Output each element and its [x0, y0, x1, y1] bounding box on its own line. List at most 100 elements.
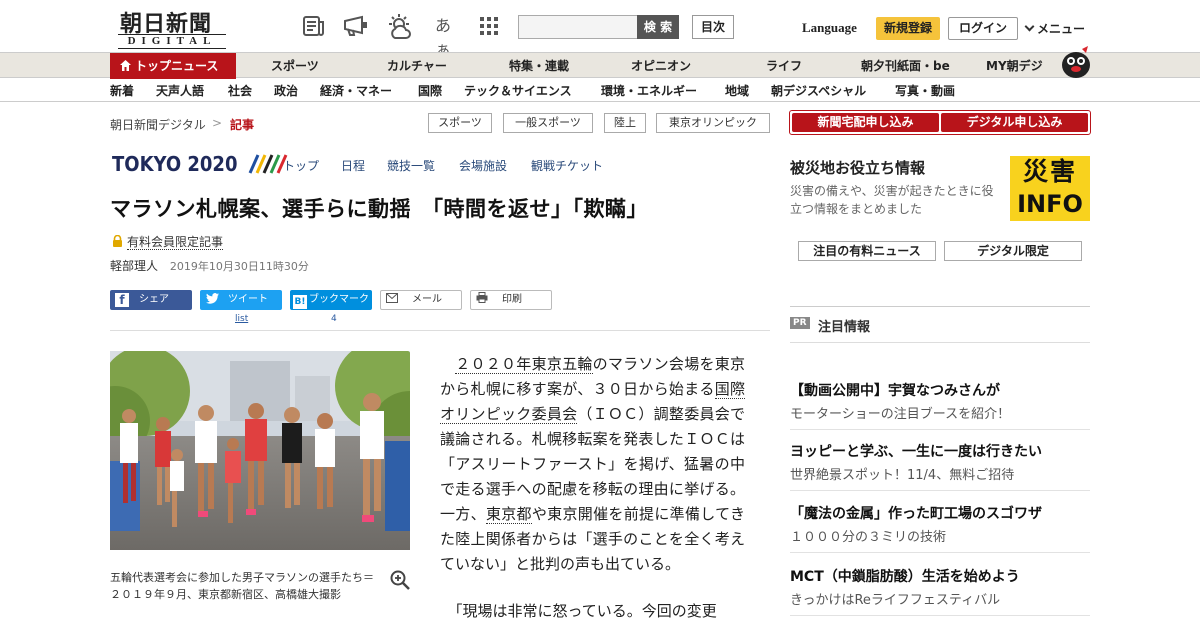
home-icon — [120, 54, 131, 71]
tokyo2020-logo[interactable]: TOKYO 2020 — [112, 152, 288, 176]
pr-item-subtitle[interactable]: モーターショーの注目ブースを紹介！ — [790, 403, 1010, 422]
megaphone-icon[interactable] — [342, 14, 368, 38]
secondary-nav: 新着 天声人語 社会 政治 経済・マネー 国際 テック＆サイエンス 環境・エネル… — [0, 78, 1200, 102]
tag-sports[interactable]: スポーツ — [428, 113, 492, 133]
nav2-region[interactable]: 地域 — [725, 82, 749, 99]
article-body: ２０２０年東京五輪のマラソン会場を東京から札幌に移す案が、３０日から始まる国際オ… — [440, 352, 745, 624]
tab-digital-only[interactable]: デジタル限定 — [944, 241, 1082, 261]
breadcrumb-separator: > — [212, 116, 223, 130]
pr-item-title[interactable]: 「魔法の金属」作った町工場のスゴワザ — [790, 503, 1042, 523]
divider — [790, 552, 1090, 553]
pr-item-subtitle[interactable]: 世界絶景スポット！11/4、無料ご招待 — [790, 464, 1014, 483]
weather-icon[interactable] — [385, 14, 415, 39]
breadcrumb-home[interactable]: 朝日新聞デジタル — [110, 116, 206, 133]
mascot-icon[interactable] — [1060, 44, 1092, 78]
tokyo-link-schedule[interactable]: 日程 — [341, 157, 365, 174]
newspaper-icon[interactable] — [301, 14, 327, 38]
article-photo[interactable] — [110, 351, 410, 550]
nav-item-features[interactable]: 特集・連載 — [509, 57, 569, 74]
hatena-label: ブックマーク — [309, 294, 369, 305]
nav-top-news-label: トップニュース — [135, 59, 219, 73]
tokyo-link-venues[interactable]: 会場施設 — [459, 157, 507, 174]
mail-label: メール — [412, 294, 442, 305]
article-headline: マラソン札幌案、選手らに動揺 「時間を返せ」「欺瞞」 — [110, 197, 648, 221]
font-size-icon[interactable]: あぁ — [430, 14, 456, 59]
tab-paid-news[interactable]: 注目の有料ニュース — [798, 241, 936, 261]
link-tokyo-metro[interactable]: 東京都 — [485, 505, 532, 524]
toc-button[interactable]: 目次 — [692, 15, 734, 39]
photo-caption: 五輪代表選考会に参加した男子マラソンの選手たち＝２０１９年９月、東京都新宿区、高… — [110, 571, 374, 601]
tag-general-sports[interactable]: 一般スポーツ — [503, 113, 593, 133]
facebook-label: シェア — [139, 294, 169, 305]
hatena-bookmark-button[interactable]: B! ブックマーク — [290, 290, 372, 310]
nav-item-my-asahi[interactable]: MY朝デジ — [986, 57, 1043, 74]
subscribe-newspaper-button[interactable]: 新聞宅配申し込み — [792, 113, 939, 132]
nav2-special[interactable]: 朝デジスペシャル — [771, 82, 866, 99]
disaster-badge-top: 災害 — [1022, 157, 1077, 186]
nav-item-newspaper[interactable]: 朝夕刊紙面・be — [861, 57, 950, 74]
olympic-stripes-icon — [248, 154, 288, 174]
search-input[interactable] — [518, 15, 638, 39]
nav-item-culture[interactable]: カルチャー — [387, 57, 447, 74]
hatena-count[interactable]: 4 — [331, 314, 337, 324]
pr-item-subtitle[interactable]: きっかけはReライフフェスティバル — [790, 589, 1000, 608]
divider — [790, 615, 1090, 616]
nav2-economy[interactable]: 経済・マネー — [320, 82, 392, 99]
nav2-tech[interactable]: テック＆サイエンス — [464, 82, 572, 99]
twitter-share-button[interactable]: ツイート — [200, 290, 282, 310]
twitter-label: ツイート — [228, 294, 268, 305]
chevron-down-icon — [1024, 21, 1035, 32]
language-link[interactable]: Language — [802, 20, 857, 36]
facebook-icon: f — [115, 293, 129, 307]
paid-label-text: 有料会員限定記事 — [127, 235, 224, 250]
nav-item-top-news[interactable]: トップニュース — [110, 53, 236, 79]
site-header: 朝日新聞 DIGITAL あぁ 検 索 目次 Language 新規登録 ログイ… — [0, 0, 1200, 59]
byline: 軽部理人 2019年10月30日11時30分 — [110, 257, 309, 274]
pr-item-title[interactable]: 【動画公開中】宇賀なつみさんが — [790, 380, 1000, 400]
disaster-info-description[interactable]: 災害の備えや、災害が起きたときに役立つ情報をまとめました — [790, 182, 1005, 218]
login-button[interactable]: ログイン — [948, 17, 1018, 40]
twitter-count[interactable]: list — [235, 314, 248, 324]
mail-icon — [386, 292, 398, 310]
pr-item-title[interactable]: MCT（中鎖脂肪酸）生活を始めよう — [790, 566, 1020, 586]
tag-tokyo-olympics[interactable]: 東京オリンピック — [656, 113, 770, 133]
nav2-politics[interactable]: 政治 — [274, 82, 298, 99]
nav2-international[interactable]: 国際 — [418, 82, 442, 99]
article-paragraph: ２０２０年東京五輪のマラソン会場を東京から札幌に移す案が、３０日から始まる国際オ… — [440, 352, 745, 577]
nav-item-life[interactable]: ライフ — [766, 57, 802, 74]
link-tokyo-2020[interactable]: ２０２０年東京五輪 — [455, 355, 593, 374]
mail-share-button[interactable]: メール — [380, 290, 462, 310]
paid-article-label[interactable]: 有料会員限定記事 — [112, 233, 224, 250]
tokyo-link-tickets[interactable]: 観戦チケット — [531, 157, 603, 174]
twitter-icon — [206, 292, 220, 312]
pr-item-title[interactable]: ヨッピーと学ぶ、一生に一度は行きたい — [790, 441, 1042, 461]
menu-button[interactable]: メニュー — [1024, 20, 1085, 37]
divider — [110, 330, 770, 331]
nav2-tenseijingo[interactable]: 天声人語 — [156, 82, 204, 99]
disaster-info-title[interactable]: 被災地お役立ち情報 — [790, 157, 925, 178]
divider — [790, 429, 1090, 430]
zoom-icon[interactable] — [390, 570, 410, 590]
primary-nav: トップニュース スポーツ カルチャー 特集・連載 オピニオン ライフ 朝夕刊紙面… — [0, 52, 1200, 79]
site-logo[interactable]: 朝日新聞 DIGITAL — [112, 8, 230, 49]
body-text-segment: 「現場は非常に怒っている。今回の変更 — [455, 602, 717, 620]
publish-date: 2019年10月30日11時30分 — [169, 260, 309, 273]
nav2-environment[interactable]: 環境・エネルギー — [601, 82, 697, 99]
tokyo-link-events[interactable]: 競技一覧 — [387, 157, 435, 174]
tag-athletics[interactable]: 陸上 — [604, 113, 646, 133]
nav2-society[interactable]: 社会 — [228, 82, 252, 99]
tokyo-link-top[interactable]: トップ — [283, 157, 319, 174]
subscribe-digital-button[interactable]: デジタル申し込み — [941, 113, 1088, 132]
grid-icon[interactable] — [476, 14, 502, 38]
search-button[interactable]: 検 索 — [637, 15, 679, 39]
print-button[interactable]: 印刷 — [470, 290, 552, 310]
nav-item-opinion[interactable]: オピニオン — [631, 57, 691, 74]
pr-item-subtitle[interactable]: １０００分の３ミリの技術 — [790, 526, 946, 545]
register-button[interactable]: 新規登録 — [876, 17, 940, 40]
nav-item-sports[interactable]: スポーツ — [271, 57, 319, 74]
facebook-share-button[interactable]: f シェア — [110, 290, 192, 310]
subscribe-box: 新聞宅配申し込み デジタル申し込み — [789, 110, 1091, 135]
disaster-info-badge[interactable]: 災害 INFO — [1010, 156, 1090, 221]
nav2-photo[interactable]: 写真・動画 — [895, 82, 955, 99]
nav2-new[interactable]: 新着 — [110, 82, 134, 99]
